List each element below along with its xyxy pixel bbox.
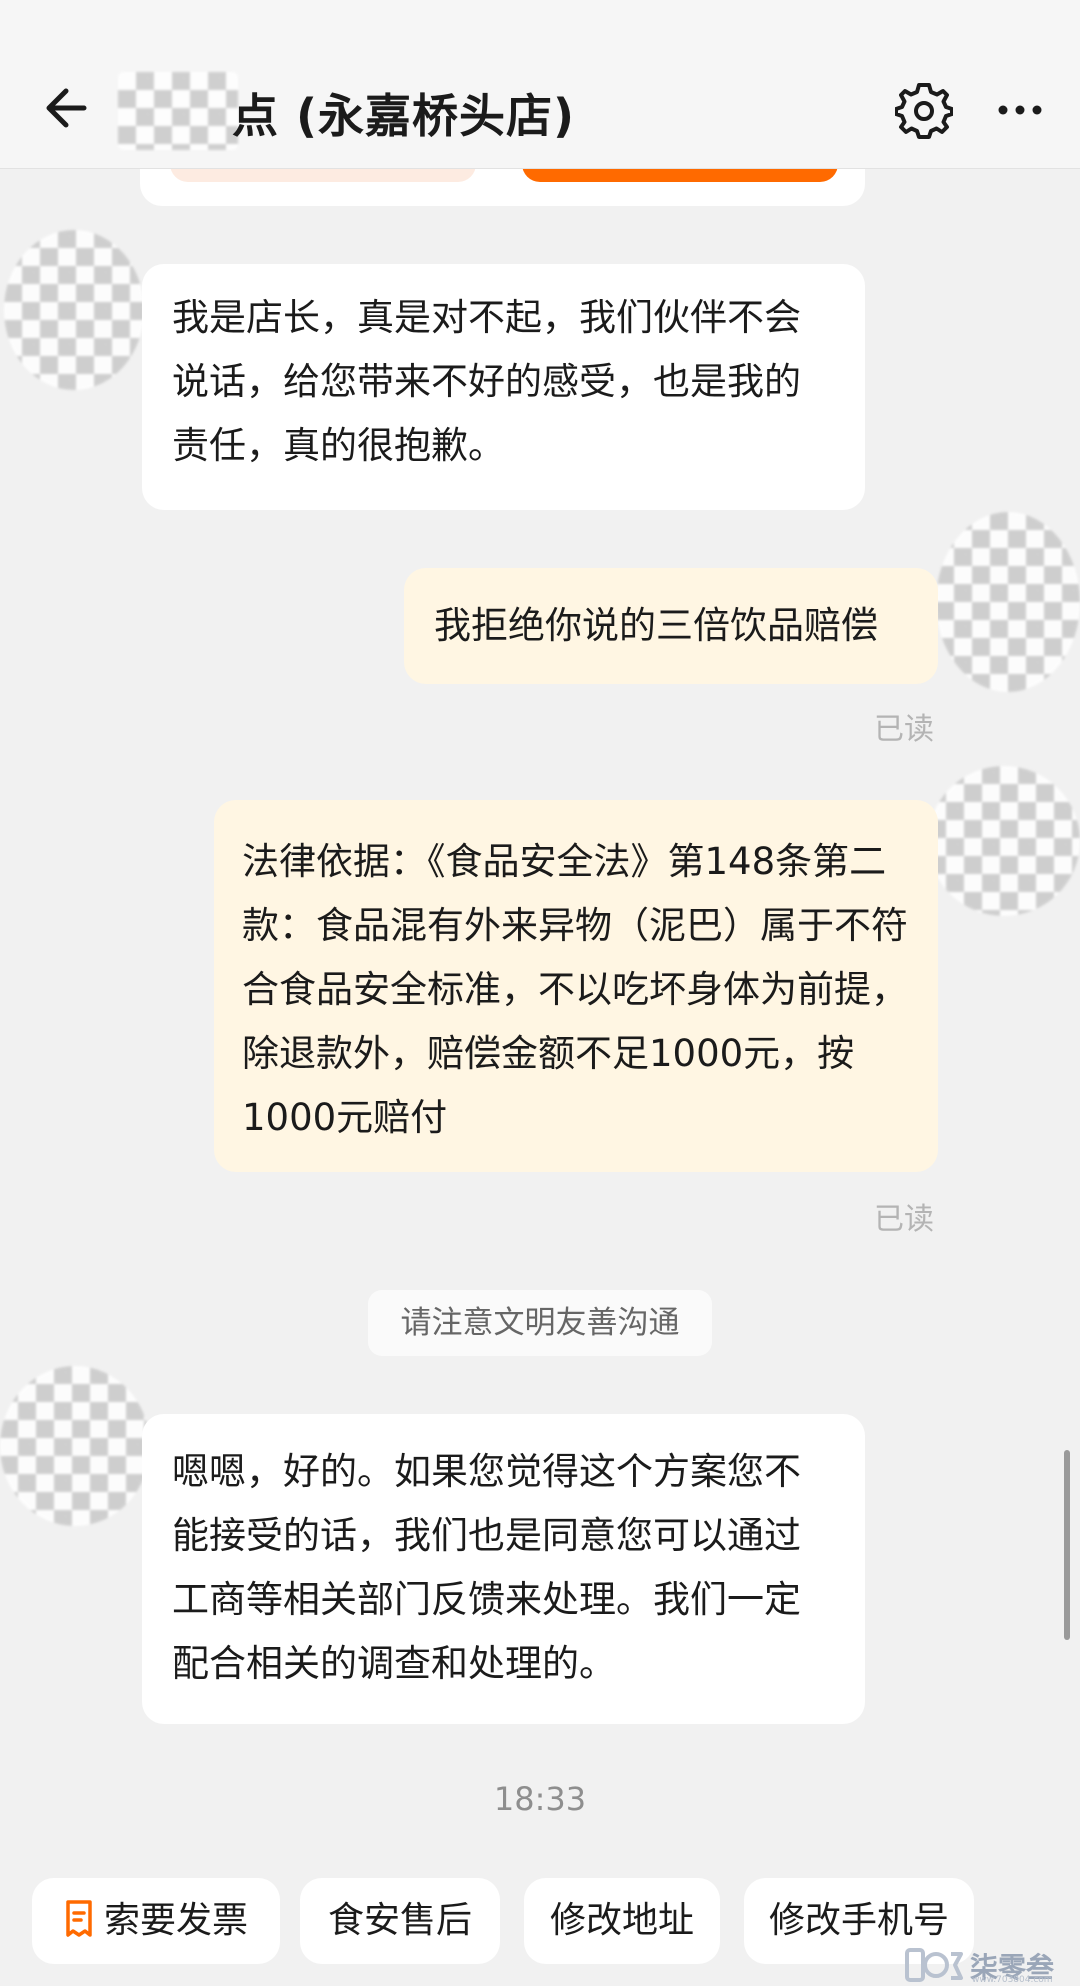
message-text: 嗯嗯，好的。如果您觉得这个方案您不能接受的话，我们也是同意您可以通过工商等相关部… xyxy=(172,1450,801,1685)
message-bubble-outgoing: 我拒绝你说的三倍饮品赔偿 xyxy=(404,568,938,684)
arrow-left-icon[interactable] xyxy=(40,78,100,138)
action-label: 修改手机号 xyxy=(768,1900,949,1941)
shop-avatar[interactable] xyxy=(4,230,144,390)
action-label: 食安售后 xyxy=(327,1900,472,1941)
watermark-logo-icon xyxy=(905,1948,963,1982)
blurred-avatar-mask xyxy=(118,72,238,150)
read-status: 已读 xyxy=(874,1202,934,1237)
invoice-icon xyxy=(66,1900,92,1937)
user-avatar[interactable] xyxy=(928,766,1080,916)
request-invoice-button[interactable]: 索要发票 xyxy=(32,1878,280,1964)
message-bubble-incoming: 嗯嗯，好的。如果您觉得这个方案您不能接受的话，我们也是同意您可以通过工商等相关部… xyxy=(142,1414,865,1724)
watermark: 柒零叁 www.703804.com xyxy=(905,1946,1080,1985)
more-dots-icon[interactable] xyxy=(995,90,1045,130)
shop-avatar[interactable] xyxy=(0,1366,150,1526)
action-label: 索要发票 xyxy=(103,1900,248,1941)
message-bubble-outgoing: 法律依据：《食品安全法》第148条第二款：食品混有外来异物（泥巴）属于不符合食品… xyxy=(214,800,938,1172)
action-label: 修改地址 xyxy=(549,1900,694,1941)
edit-address-button[interactable]: 修改地址 xyxy=(524,1878,720,1964)
scrollbar[interactable] xyxy=(1064,1450,1070,1640)
system-notice: 请注意文明友善沟通 xyxy=(368,1290,712,1356)
timestamp: 18:33 xyxy=(493,1780,587,1818)
food-safety-aftersales-button[interactable]: 食安售后 xyxy=(300,1878,500,1964)
user-avatar[interactable] xyxy=(936,512,1080,692)
message-text: 我拒绝你说的三倍饮品赔偿 xyxy=(434,604,878,647)
chat-title: 点 (永嘉桥头店) xyxy=(232,89,576,143)
message-text: 我是店长，真是对不起，我们伙伴不会说话，给您带来不好的感受，也是我的责任，真的很… xyxy=(172,296,801,467)
chat-header: 点 (永嘉桥头店) xyxy=(0,0,1080,169)
message-text: 法律依据：《食品安全法》第148条第二款：食品混有外来异物（泥巴）属于不符合食品… xyxy=(242,840,908,1139)
read-status: 已读 xyxy=(874,712,934,747)
watermark-subtext: www.703804.com xyxy=(972,1975,1053,1985)
gear-icon[interactable] xyxy=(895,82,953,140)
message-bubble-incoming: 我是店长，真是对不起，我们伙伴不会说话，给您带来不好的感受，也是我的责任，真的很… xyxy=(142,264,865,510)
